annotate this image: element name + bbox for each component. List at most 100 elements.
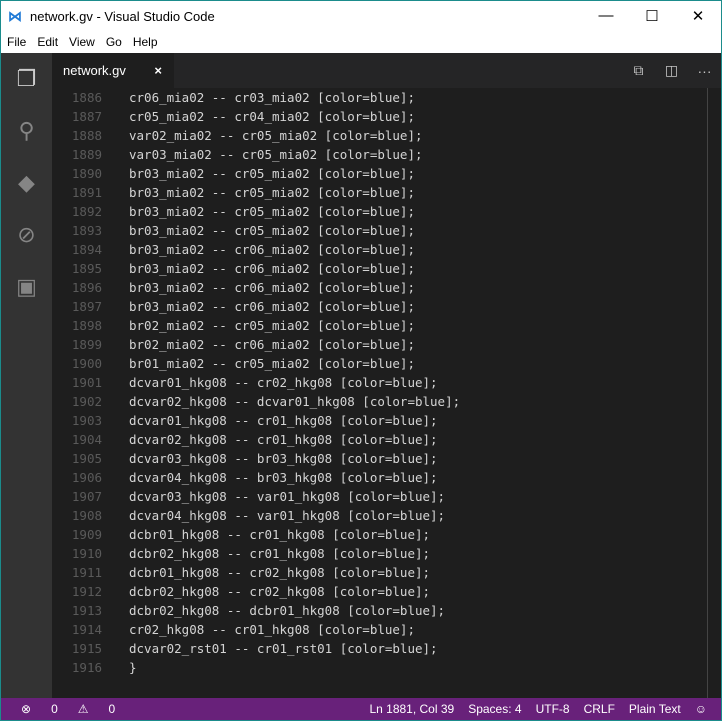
close-button[interactable]: ✕ bbox=[675, 7, 721, 25]
code-line[interactable]: 1909 dcbr01_hkg08 -- cr01_hkg08 [color=bl… bbox=[52, 525, 721, 544]
menu-view[interactable]: View bbox=[63, 35, 100, 49]
code-line[interactable]: 1892 br03_mia02 -- cr05_mia02 [color=blue… bbox=[52, 202, 721, 221]
line-number: 1893 bbox=[71, 223, 102, 238]
line-number: 1903 bbox=[71, 413, 102, 428]
error-icon: ⊗ bbox=[21, 702, 32, 716]
menu-go[interactable]: Go bbox=[100, 35, 127, 49]
code-line[interactable]: 1916} bbox=[52, 658, 721, 677]
line-text: dcvar03_hkg08 -- var01_hkg08 [color=blue… bbox=[129, 489, 446, 504]
vscode-logo-icon: ⋈ bbox=[8, 8, 22, 24]
code-line[interactable]: 1907 dcvar03_hkg08 -- var01_hkg08 [color=… bbox=[52, 487, 721, 506]
line-number: 1911 bbox=[71, 565, 102, 580]
explorer-icon[interactable]: ❐ bbox=[1, 53, 52, 105]
indentation[interactable]: Spaces: 4 bbox=[468, 702, 521, 716]
feedback-smiley-icon[interactable]: ☺ bbox=[695, 702, 707, 716]
code-line[interactable]: 1894 br03_mia02 -- cr06_mia02 [color=blue… bbox=[52, 240, 721, 259]
search-icon[interactable]: ⚲ bbox=[1, 105, 52, 157]
line-number: 1888 bbox=[71, 128, 102, 143]
line-number: 1891 bbox=[71, 185, 102, 200]
line-number: 1902 bbox=[71, 394, 102, 409]
minimize-button[interactable]: — bbox=[583, 7, 629, 25]
line-number: 1916 bbox=[71, 660, 102, 675]
line-text: var02_mia02 -- cr05_mia02 [color=blue]; bbox=[129, 128, 423, 143]
code-line[interactable]: 1889 var03_mia02 -- cr05_mia02 [color=blu… bbox=[52, 145, 721, 164]
code-line[interactable]: 1905 dcvar03_hkg08 -- br03_hkg08 [color=b… bbox=[52, 449, 721, 468]
code-line[interactable]: 1887 cr05_mia02 -- cr04_mia02 [color=blue… bbox=[52, 107, 721, 126]
error-count: 0 bbox=[51, 702, 58, 716]
code-line[interactable]: 1895 br03_mia02 -- cr06_mia02 [color=blue… bbox=[52, 259, 721, 278]
code-line[interactable]: 1886 cr06_mia02 -- cr03_mia02 [color=blue… bbox=[52, 88, 721, 107]
code-line[interactable]: 1893 br03_mia02 -- cr05_mia02 [color=blue… bbox=[52, 221, 721, 240]
debug-icon[interactable]: ⊘ bbox=[1, 209, 52, 261]
code-line[interactable]: 1890 br03_mia02 -- cr05_mia02 [color=blue… bbox=[52, 164, 721, 183]
line-ending[interactable]: CRLF bbox=[584, 702, 615, 716]
code-line[interactable]: 1888 var02_mia02 -- cr05_mia02 [color=blu… bbox=[52, 126, 721, 145]
tab-close-icon[interactable]: × bbox=[154, 63, 162, 78]
line-number: 1905 bbox=[71, 451, 102, 466]
line-number: 1904 bbox=[71, 432, 102, 447]
line-number: 1887 bbox=[71, 109, 102, 124]
code-line[interactable]: 1908 dcvar04_hkg08 -- var01_hkg08 [color=… bbox=[52, 506, 721, 525]
line-number: 1898 bbox=[71, 318, 102, 333]
line-number: 1906 bbox=[71, 470, 102, 485]
line-text: br01_mia02 -- cr05_mia02 [color=blue]; bbox=[129, 356, 415, 371]
code-line[interactable]: 1891 br03_mia02 -- cr05_mia02 [color=blue… bbox=[52, 183, 721, 202]
line-number: 1896 bbox=[71, 280, 102, 295]
line-text: br03_mia02 -- cr06_mia02 [color=blue]; bbox=[129, 242, 415, 257]
line-text: dcvar01_hkg08 -- cr01_hkg08 [color=blue]… bbox=[129, 413, 438, 428]
line-text: dcbr01_hkg08 -- cr02_hkg08 [color=blue]; bbox=[129, 565, 431, 580]
line-text: dcbr02_hkg08 -- cr02_hkg08 [color=blue]; bbox=[129, 584, 431, 599]
code-line[interactable]: 1913 dcbr02_hkg08 -- dcbr01_hkg08 [color=… bbox=[52, 601, 721, 620]
status-bar: ⊗ 0 ⚠ 0 Ln 1881, Col 39 Spaces: 4 UTF-8 … bbox=[1, 698, 721, 720]
code-line[interactable]: 1902 dcvar02_hkg08 -- dcvar01_hkg08 [colo… bbox=[52, 392, 721, 411]
line-text: br03_mia02 -- cr06_mia02 [color=blue]; bbox=[129, 280, 415, 295]
code-line[interactable]: 1910 dcbr02_hkg08 -- cr01_hkg08 [color=bl… bbox=[52, 544, 721, 563]
menu-help[interactable]: Help bbox=[127, 35, 163, 49]
line-number: 1912 bbox=[71, 584, 102, 599]
activity-bar: ❐ ⚲ ◆ ⊘ ▣ bbox=[1, 53, 52, 698]
code-line[interactable]: 1906 dcvar04_hkg08 -- br03_hkg08 [color=b… bbox=[52, 468, 721, 487]
problems-indicator[interactable]: ⊗ 0 ⚠ 0 bbox=[21, 702, 129, 716]
line-number: 1909 bbox=[71, 527, 102, 542]
code-line[interactable]: 1897 br03_mia02 -- cr06_mia02 [color=blue… bbox=[52, 297, 721, 316]
code-line[interactable]: 1900 br01_mia02 -- cr05_mia02 [color=blue… bbox=[52, 354, 721, 373]
title-bar: ⋈ network.gv - Visual Studio Code — ☐ ✕ bbox=[1, 1, 721, 31]
language-mode[interactable]: Plain Text bbox=[629, 702, 681, 716]
code-line[interactable]: 1915 dcvar02_rst01 -- cr01_rst01 [color=b… bbox=[52, 639, 721, 658]
line-text: dcbr02_hkg08 -- cr01_hkg08 [color=blue]; bbox=[129, 546, 431, 561]
code-line[interactable]: 1896 br03_mia02 -- cr06_mia02 [color=blue… bbox=[52, 278, 721, 297]
line-text: br03_mia02 -- cr05_mia02 [color=blue]; bbox=[129, 185, 415, 200]
line-number: 1900 bbox=[71, 356, 102, 371]
line-text: br03_mia02 -- cr06_mia02 [color=blue]; bbox=[129, 299, 415, 314]
scrollbar[interactable] bbox=[707, 88, 708, 698]
line-number: 1901 bbox=[71, 375, 102, 390]
warning-count: 0 bbox=[108, 702, 116, 716]
git-icon[interactable]: ◆ bbox=[1, 157, 52, 209]
open-preview-icon[interactable]: ⧉ bbox=[622, 62, 655, 79]
code-line[interactable]: 1911 dcbr01_hkg08 -- cr02_hkg08 [color=bl… bbox=[52, 563, 721, 582]
line-number: 1897 bbox=[71, 299, 102, 314]
more-actions-icon[interactable]: ··· bbox=[688, 63, 721, 79]
code-line[interactable]: 1898 br02_mia02 -- cr05_mia02 [color=blue… bbox=[52, 316, 721, 335]
maximize-button[interactable]: ☐ bbox=[629, 7, 675, 25]
code-line[interactable]: 1899 br02_mia02 -- cr06_mia02 [color=blue… bbox=[52, 335, 721, 354]
split-editor-icon[interactable]: ◫ bbox=[655, 62, 688, 79]
tab-network-gv[interactable]: network.gv × bbox=[52, 53, 174, 88]
code-line[interactable]: 1901 dcvar01_hkg08 -- cr02_hkg08 [color=b… bbox=[52, 373, 721, 392]
cursor-position[interactable]: Ln 1881, Col 39 bbox=[369, 702, 454, 716]
code-line[interactable]: 1912 dcbr02_hkg08 -- cr02_hkg08 [color=bl… bbox=[52, 582, 721, 601]
code-line[interactable]: 1903 dcvar01_hkg08 -- cr01_hkg08 [color=b… bbox=[52, 411, 721, 430]
line-number: 1894 bbox=[71, 242, 102, 257]
menu-file[interactable]: File bbox=[1, 35, 31, 49]
code-line[interactable]: 1914 cr02_hkg08 -- cr01_hkg08 [color=blue… bbox=[52, 620, 721, 639]
line-text: br03_mia02 -- cr05_mia02 [color=blue]; bbox=[129, 223, 415, 238]
line-text: br03_mia02 -- cr06_mia02 [color=blue]; bbox=[129, 261, 415, 276]
line-number: 1915 bbox=[71, 641, 102, 656]
line-number: 1895 bbox=[71, 261, 102, 276]
code-editor[interactable]: 1886 cr06_mia02 -- cr03_mia02 [color=blue… bbox=[52, 88, 721, 698]
menu-edit[interactable]: Edit bbox=[31, 35, 63, 49]
encoding[interactable]: UTF-8 bbox=[536, 702, 570, 716]
extensions-icon[interactable]: ▣ bbox=[1, 261, 52, 313]
code-line[interactable]: 1904 dcvar02_hkg08 -- cr01_hkg08 [color=b… bbox=[52, 430, 721, 449]
line-text: var03_mia02 -- cr05_mia02 [color=blue]; bbox=[129, 147, 423, 162]
